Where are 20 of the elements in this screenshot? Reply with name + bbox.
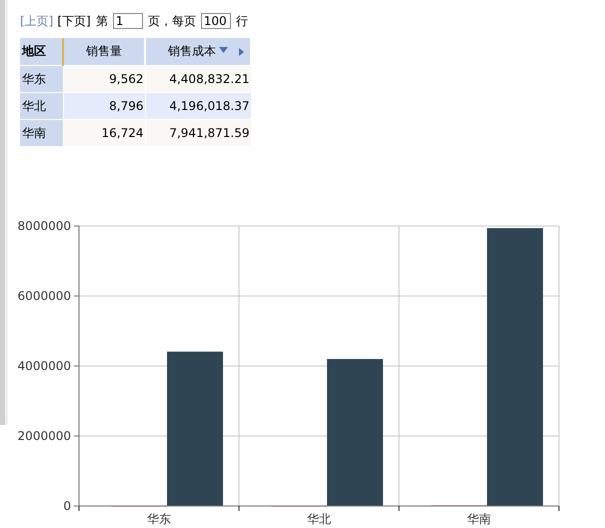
y-tick-label: 2000000 xyxy=(18,429,71,443)
y-tick-label: 0 xyxy=(63,499,71,513)
page-label: 第 xyxy=(96,12,108,30)
x-tick-label: 华南 xyxy=(467,512,491,526)
table-cell: 8,796 xyxy=(63,92,145,120)
table-cell: 7,941,871.59 xyxy=(145,120,251,146)
rows-label: 行 xyxy=(236,12,248,30)
y-tick-label: 4000000 xyxy=(18,359,71,373)
page-size-label: 页，每页 xyxy=(148,12,196,30)
x-tick-label: 华东 xyxy=(147,512,171,526)
table-cell: 9,562 xyxy=(63,66,145,92)
table-cell: 4,408,832.21 xyxy=(145,66,251,92)
table-cell: 华北 xyxy=(20,92,63,120)
table-cell: 16,724 xyxy=(63,120,145,146)
y-tick-label: 6000000 xyxy=(18,289,71,303)
table-cell: 华南 xyxy=(20,120,63,146)
y-tick-label: 8000000 xyxy=(18,219,71,233)
x-tick-label: 华北 xyxy=(307,512,331,526)
table-cell: 4,196,018.37 xyxy=(145,92,251,120)
table-cell: 华东 xyxy=(20,66,63,92)
